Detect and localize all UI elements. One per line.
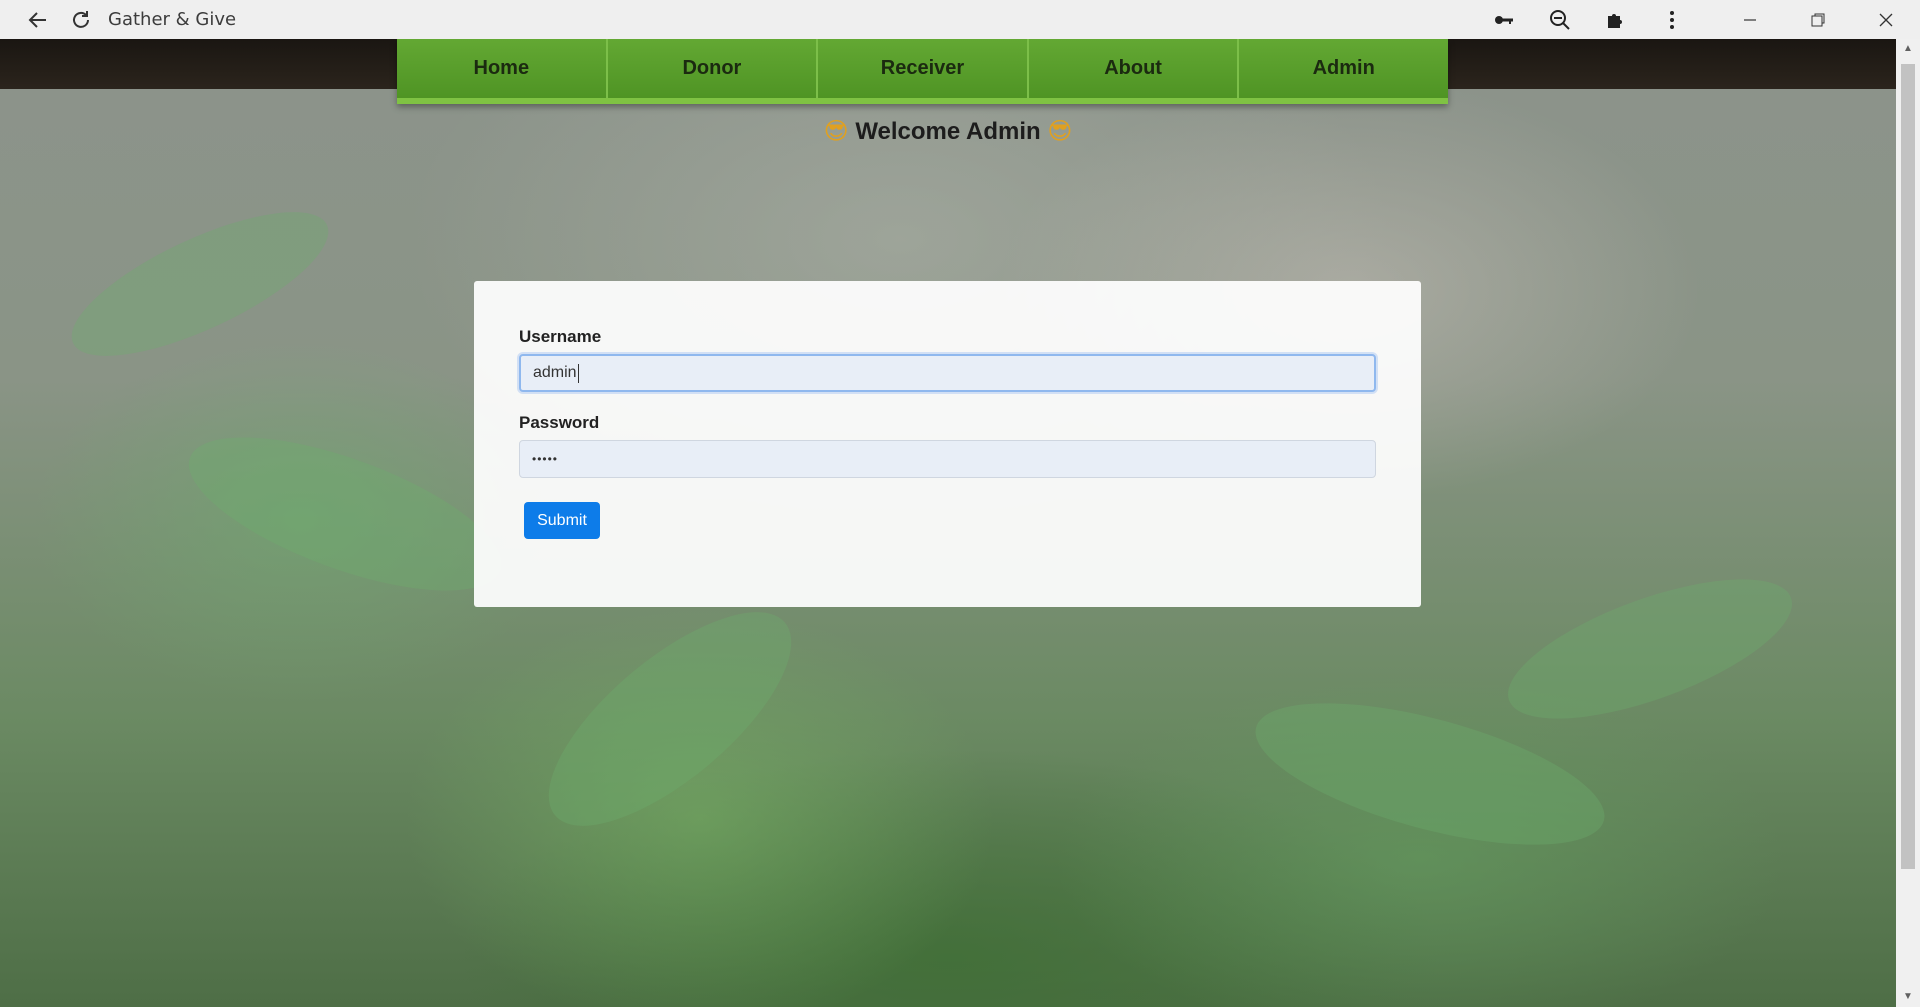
page-title: 😎 Welcome Admin 😎 [0,117,1896,146]
zoom-out-icon[interactable] [1543,3,1577,37]
nav-item-admin[interactable]: Admin [1239,39,1448,98]
sunglasses-emoji-icon: 😎 [823,117,849,145]
scroll-down-icon[interactable]: ▼ [1902,991,1914,1003]
username-label: Username [519,327,602,346]
scroll-thumb[interactable] [1901,64,1915,869]
restore-icon[interactable] [1784,0,1852,39]
browser-toolbar: Gather & Give [0,0,1920,39]
more-vert-icon[interactable] [1655,3,1689,37]
fern-leaf-decoration [54,184,346,384]
password-field[interactable]: ••••• [519,440,1376,478]
password-label: Password [519,413,600,432]
page-background: Home Donor Receiver About Admin 😎 Welcom… [0,39,1896,1007]
nav-item-home[interactable]: Home [397,39,608,98]
key-icon[interactable] [1487,3,1521,37]
minimize-icon[interactable] [1716,0,1784,39]
fern-leaf-decoration [171,405,519,623]
password-value: ••••• [532,452,559,466]
scroll-up-icon[interactable]: ▲ [1902,43,1914,55]
nav-item-receiver[interactable]: Receiver [818,39,1029,98]
vertical-scrollbar[interactable]: ▲ ▼ [1896,39,1920,1007]
window-title: Gather & Give [108,9,237,30]
main-nav: Home Donor Receiver About Admin [397,39,1448,104]
back-arrow-icon[interactable] [21,3,55,37]
nav-item-about[interactable]: About [1028,39,1240,98]
login-form: Username admin Password ••••• Submit [474,281,1421,607]
username-value: admin [533,364,577,381]
close-icon[interactable] [1852,0,1920,39]
fern-leaf-decoration [1491,550,1809,748]
sunglasses-emoji-icon: 😎 [1047,117,1073,145]
username-field[interactable]: admin [519,354,1376,392]
submit-button[interactable]: Submit [524,502,600,539]
fern-leaf-decoration [516,576,824,862]
reload-icon[interactable] [64,3,98,37]
nav-item-donor[interactable]: Donor [607,39,819,98]
extensions-icon[interactable] [1599,3,1633,37]
text-caret [577,363,579,383]
welcome-text: Welcome Admin [855,118,1041,145]
